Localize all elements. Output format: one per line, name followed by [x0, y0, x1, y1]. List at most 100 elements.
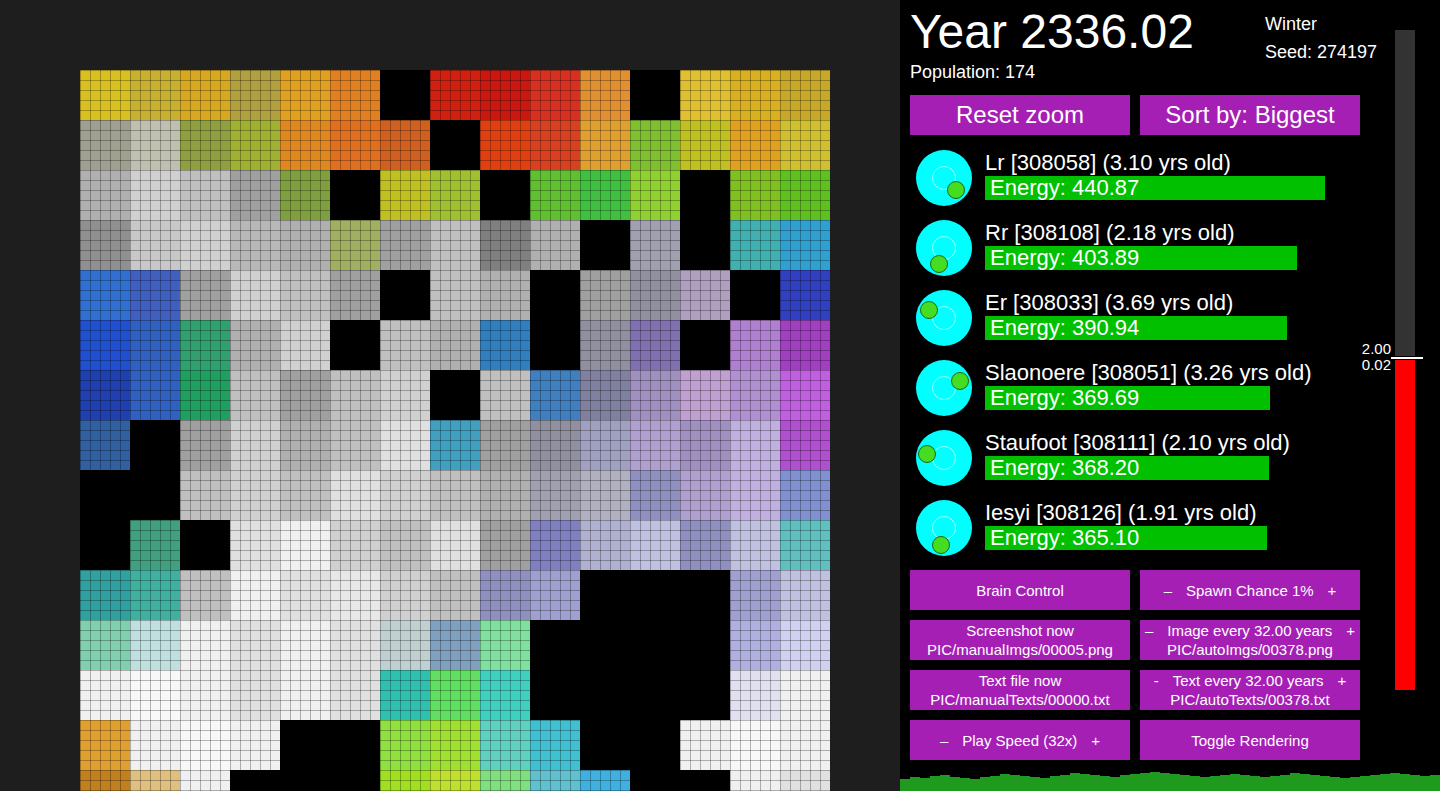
map-tile	[80, 370, 130, 420]
map-tile	[180, 720, 230, 770]
map-tile	[80, 270, 130, 320]
reset-zoom-button[interactable]: Reset zoom	[910, 95, 1130, 135]
map-tile	[480, 770, 530, 791]
increase-button[interactable]: +	[1346, 621, 1355, 640]
map-grid-overlay	[80, 70, 830, 791]
control-button[interactable]: –Image every 32.00 years+PIC/autoImgs/00…	[1140, 620, 1360, 660]
control-button[interactable]: –Play Speed (32x)+	[910, 720, 1130, 760]
control-path: PIC/manualImgs/00005.png	[927, 640, 1113, 659]
history-bar	[1340, 778, 1350, 791]
map-tile	[430, 420, 480, 470]
history-bar	[1090, 775, 1100, 791]
map-tile	[680, 470, 730, 520]
map-tile	[480, 620, 530, 670]
map-tile	[330, 420, 380, 470]
map-tile	[280, 570, 330, 620]
map-tile	[80, 220, 130, 270]
map-tile	[230, 520, 280, 570]
control-button[interactable]: Brain Control	[910, 570, 1130, 610]
control-row: –Spawn Chance 1%+	[1164, 581, 1337, 600]
map-tile	[80, 620, 130, 670]
map-tile	[730, 270, 780, 320]
map-tile	[680, 720, 730, 770]
map-tile	[380, 370, 430, 420]
map-tile	[280, 670, 330, 720]
history-bar	[900, 779, 910, 791]
map-tile	[580, 320, 630, 370]
creature-name: Er [308033] (3.69 yrs old)	[985, 290, 1360, 316]
creature-row[interactable]: Staufoot [308111] (2.10 yrs old)Energy: …	[916, 430, 1440, 500]
population-history-chart	[900, 769, 1440, 791]
map-tile	[780, 520, 830, 570]
map-tile	[130, 720, 180, 770]
map-tile	[680, 420, 730, 470]
sort-button[interactable]: Sort by: Biggest	[1140, 95, 1360, 135]
energy-label: Energy: 369.69	[990, 386, 1139, 410]
map-tile	[180, 420, 230, 470]
energy-bar: Energy: 440.87	[985, 176, 1325, 200]
map-tile	[230, 420, 280, 470]
map-tile	[180, 470, 230, 520]
map-tile	[630, 170, 680, 220]
map-tile	[330, 670, 380, 720]
map-tile	[580, 370, 630, 420]
history-bar	[1030, 777, 1040, 791]
energy-track: Energy: 365.10	[985, 526, 1360, 550]
decrease-button[interactable]: –	[1164, 581, 1172, 600]
slider-handle[interactable]	[1391, 356, 1423, 360]
control-button[interactable]: Screenshot nowPIC/manualImgs/00005.png	[910, 620, 1130, 660]
season-label: Winter	[1265, 12, 1377, 36]
map-tile	[380, 70, 430, 120]
map-tile	[630, 120, 680, 170]
history-bar	[1220, 775, 1230, 791]
control-button[interactable]: Toggle Rendering	[1140, 720, 1360, 760]
map-tile	[730, 770, 780, 791]
creature-row[interactable]: Lr [308058] (3.10 yrs old)Energy: 440.87	[916, 150, 1440, 220]
history-bar	[1400, 774, 1410, 791]
map-tile	[680, 620, 730, 670]
map-tile	[430, 270, 480, 320]
history-bar	[1160, 773, 1170, 791]
map-tile	[130, 370, 180, 420]
energy-label: Energy: 390.94	[990, 316, 1139, 340]
history-bar	[1150, 772, 1160, 791]
map-tile	[130, 170, 180, 220]
map-tile	[380, 620, 430, 670]
map-tile	[80, 520, 130, 570]
creature-row[interactable]: Er [308033] (3.69 yrs old)Energy: 390.94	[916, 290, 1440, 360]
control-button[interactable]: Text file nowPIC/manualTexts/00000.txt	[910, 670, 1130, 710]
map-tile	[380, 770, 430, 791]
map-tile	[530, 720, 580, 770]
increase-button[interactable]: +	[1338, 671, 1347, 690]
world-map[interactable]	[80, 70, 830, 791]
control-button[interactable]: –Spawn Chance 1%+	[1140, 570, 1360, 610]
creature-row[interactable]: Iesyi [308126] (1.91 yrs old)Energy: 365…	[916, 500, 1440, 570]
history-bar	[970, 779, 980, 791]
map-tile	[730, 320, 780, 370]
creature-row[interactable]: Rr [308108] (2.18 yrs old)Energy: 403.89	[916, 220, 1440, 290]
history-bar	[1360, 776, 1370, 791]
map-tile	[780, 270, 830, 320]
map-tile	[230, 370, 280, 420]
creature-mouth-icon	[932, 536, 950, 554]
speed-slider[interactable]: 2.000.02	[1395, 30, 1415, 690]
history-bar	[1320, 776, 1330, 791]
map-tile	[80, 420, 130, 470]
creature-row[interactable]: Slaonoere [308051] (3.26 yrs old)Energy:…	[916, 360, 1440, 430]
map-tile	[530, 470, 580, 520]
control-button[interactable]: -Text every 32.00 years+PIC/autoTexts/00…	[1140, 670, 1360, 710]
info-panel: Year 2336.02 Population: 174 Winter Seed…	[900, 0, 1440, 791]
creature-body-icon	[916, 430, 972, 486]
increase-button[interactable]: +	[1328, 581, 1337, 600]
map-tile	[530, 370, 580, 420]
map-tile	[180, 170, 230, 220]
control-label: Image every 32.00 years	[1167, 621, 1332, 640]
map-tile	[230, 620, 280, 670]
increase-button[interactable]: +	[1091, 731, 1100, 750]
map-tile	[80, 770, 130, 791]
decrease-button[interactable]: –	[1145, 621, 1153, 640]
decrease-button[interactable]: -	[1154, 671, 1159, 690]
map-tile	[230, 70, 280, 120]
decrease-button[interactable]: –	[940, 731, 948, 750]
control-path: PIC/manualTexts/00000.txt	[930, 690, 1109, 709]
